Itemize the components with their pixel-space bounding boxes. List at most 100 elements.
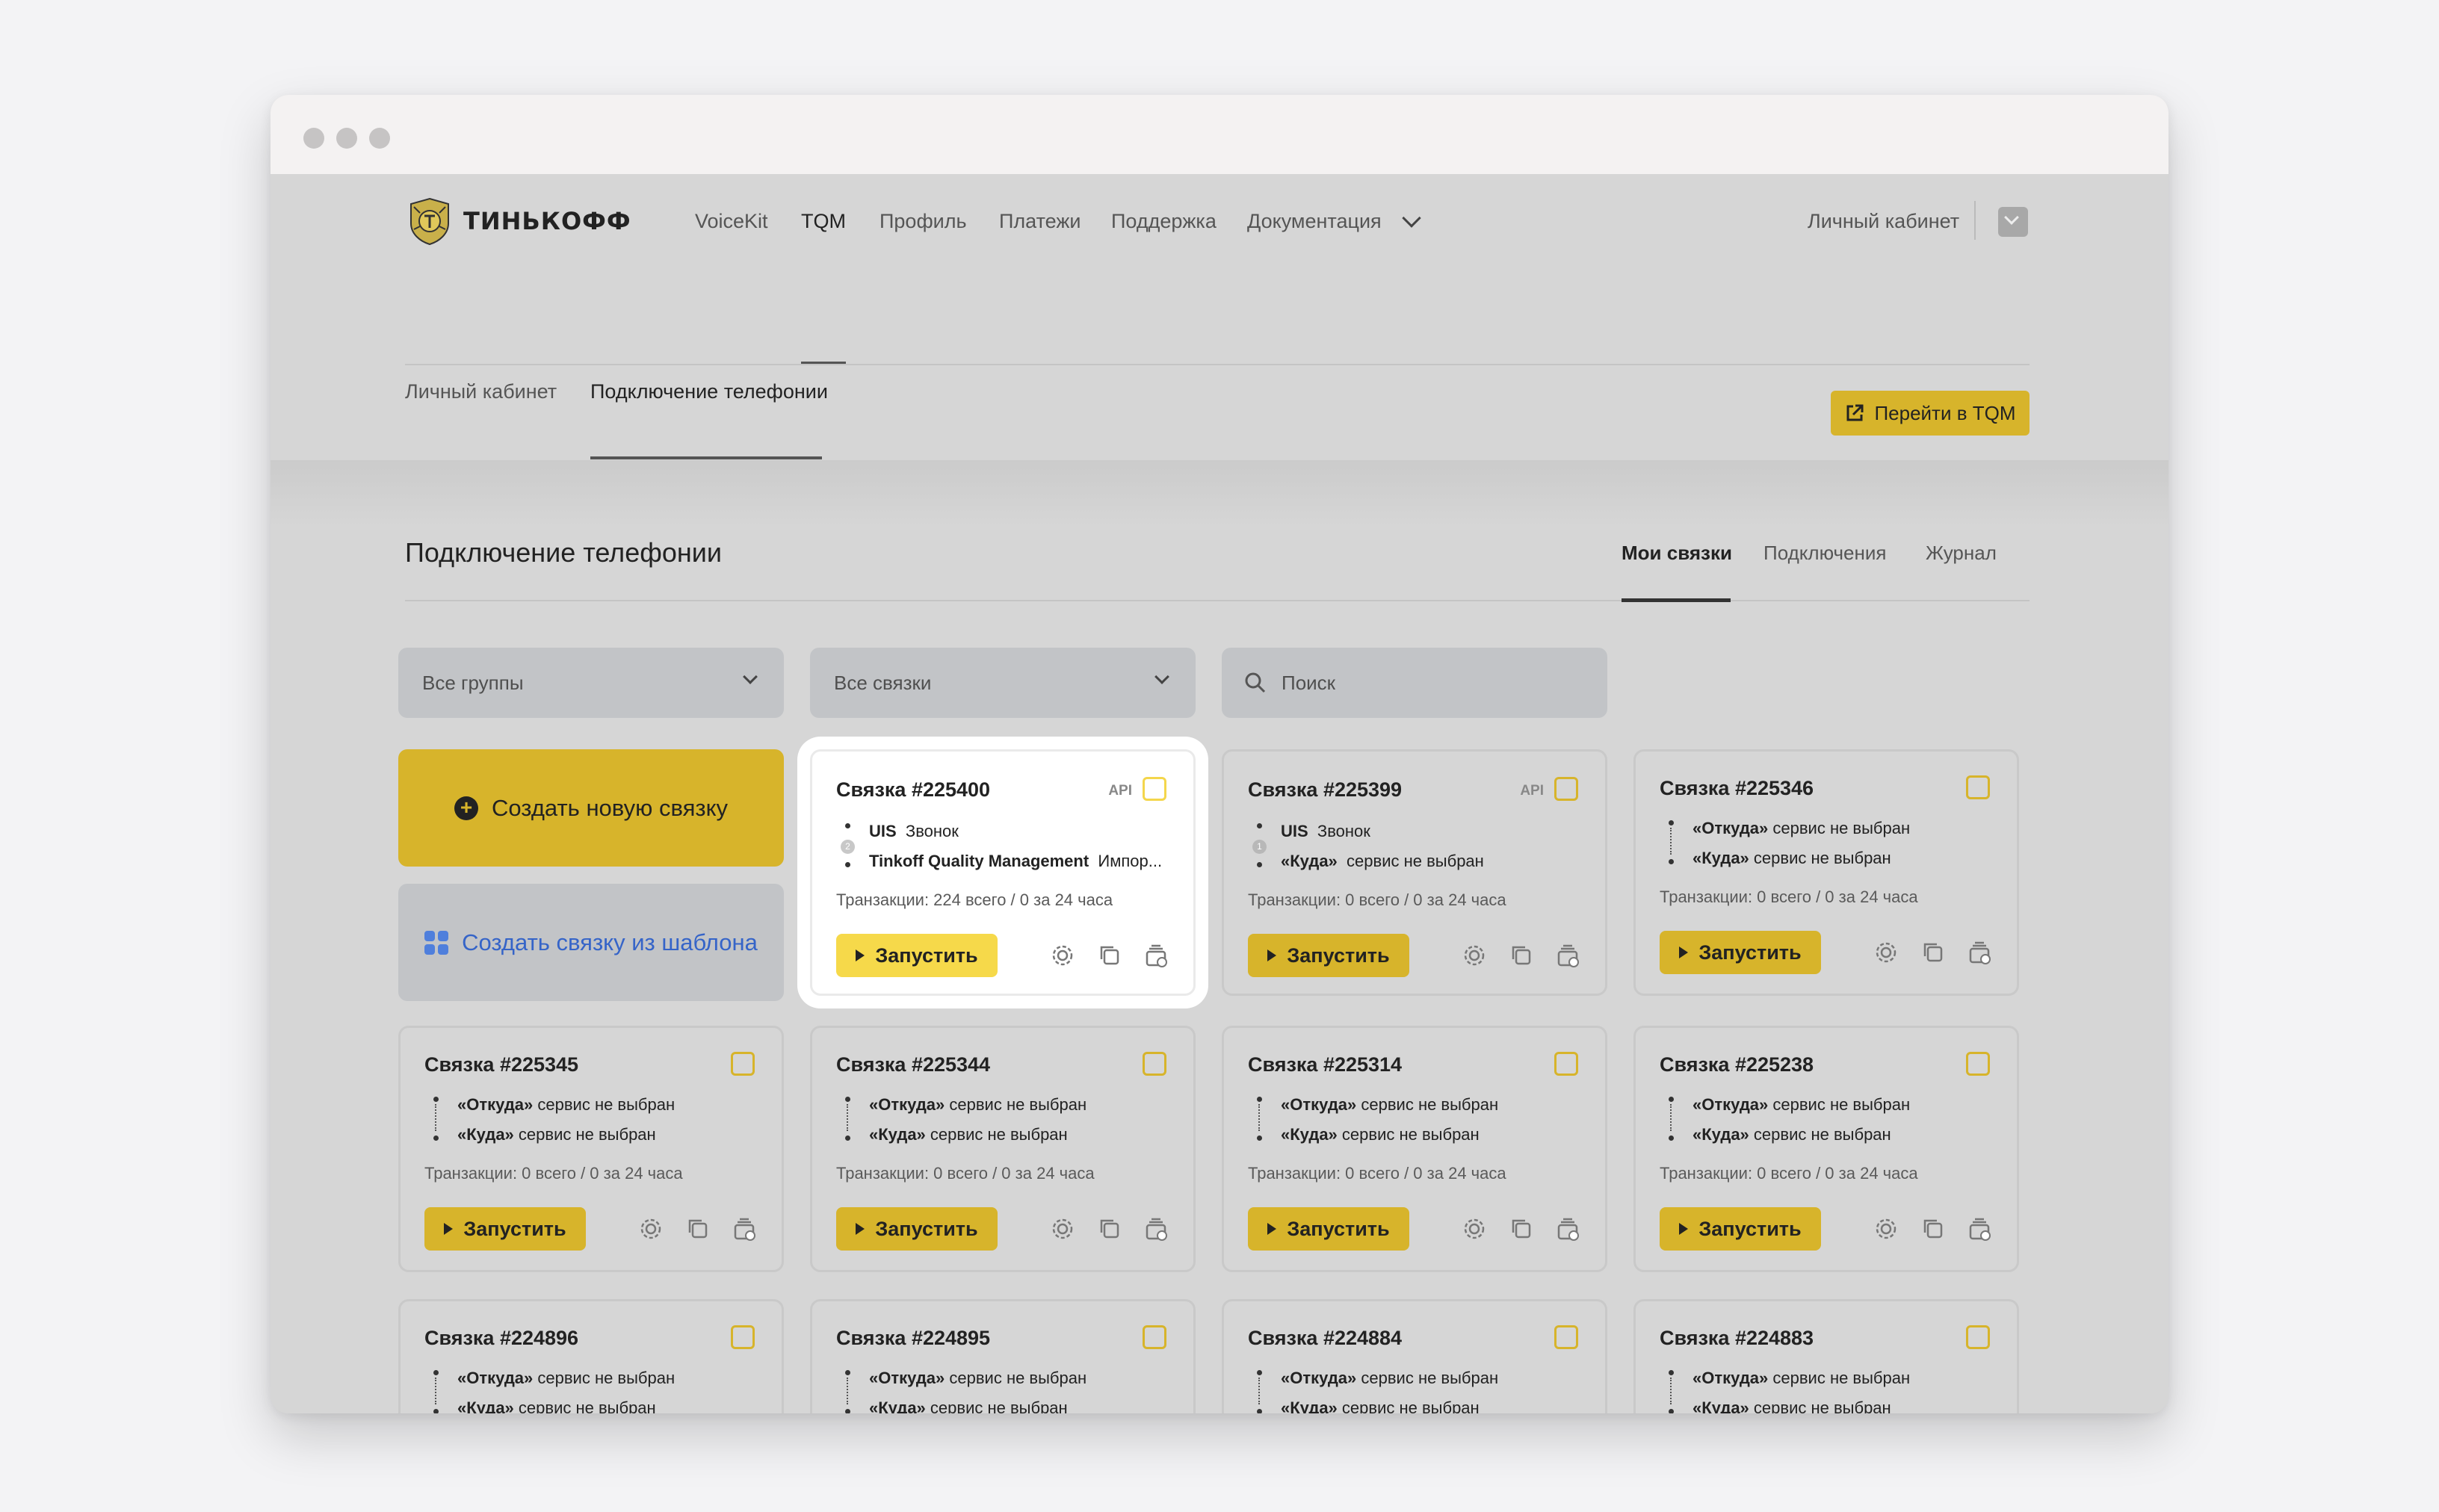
logo[interactable]: ТИНЬКОФФ — [405, 196, 631, 246]
link-card[interactable]: Связка #224896 «Откуда» сервис не выбран «… — [398, 1299, 784, 1413]
run-button[interactable]: Запустить — [836, 934, 998, 977]
gear-icon[interactable] — [1050, 1216, 1075, 1242]
tabs-divider-line — [405, 600, 2030, 601]
create-from-template-button[interactable]: Создать связку из шаблона — [398, 884, 784, 1001]
subnav-active-underline — [590, 456, 822, 459]
play-icon — [1679, 946, 1689, 958]
play-icon — [1267, 949, 1277, 961]
card-checkbox[interactable] — [1554, 1325, 1578, 1349]
link-card[interactable]: Связка #225345 «Откуда» сервис не выбран «… — [398, 1026, 784, 1272]
nav-profile[interactable]: Профиль — [880, 201, 967, 241]
copy-icon[interactable] — [685, 1216, 711, 1242]
link-card[interactable]: Связка #225238 «Откуда» сервис не выбран «… — [1633, 1026, 2019, 1272]
link-card[interactable]: Связка #224883 «Откуда» сервис не выбран «… — [1633, 1299, 2019, 1413]
route-timeline — [845, 1370, 850, 1413]
window-maximize-dot[interactable] — [369, 128, 390, 149]
nav-voicekit[interactable]: VoiceKit — [695, 201, 768, 241]
history-icon[interactable] — [1967, 1216, 1993, 1242]
goto-tqm-button[interactable]: Перейти в TQM — [1831, 391, 2030, 436]
card-checkbox[interactable] — [1143, 777, 1166, 801]
account-menu-button[interactable] — [1998, 207, 2028, 237]
run-button[interactable]: Запустить — [424, 1207, 586, 1251]
nav-documentation[interactable]: Документация — [1247, 201, 1382, 241]
timeline-dot — [1669, 1409, 1674, 1413]
chevron-down-icon[interactable] — [1402, 208, 1421, 228]
gear-icon[interactable] — [1462, 1216, 1487, 1242]
card-checkbox[interactable] — [1143, 1325, 1166, 1349]
link-card[interactable]: Связка #224884 «Откуда» сервис не выбран «… — [1222, 1299, 1607, 1413]
links-select[interactable]: Все связки — [810, 648, 1196, 718]
timeline-dot — [433, 1135, 439, 1141]
route-timeline — [845, 1097, 850, 1141]
search-input[interactable]: Поиск — [1222, 648, 1607, 718]
gear-icon[interactable] — [638, 1216, 664, 1242]
run-label: Запустить — [1698, 941, 1802, 964]
card-checkbox[interactable] — [731, 1325, 755, 1349]
card-checkbox[interactable] — [1554, 777, 1578, 801]
link-card[interactable]: Связка #225400 API 2 UIS Звонок Tinkoff Qual… — [810, 749, 1196, 996]
card-checkbox[interactable] — [1554, 1052, 1578, 1076]
window-close-dot[interactable] — [303, 128, 324, 149]
gear-icon[interactable] — [1050, 943, 1075, 968]
window-minimize-dot[interactable] — [336, 128, 357, 149]
timeline-dot — [1669, 820, 1674, 825]
card-checkbox[interactable] — [1966, 775, 1990, 799]
source-service: UIS Звонок — [869, 822, 959, 840]
card-checkbox[interactable] — [1966, 1325, 1990, 1349]
transactions-count: Транзакции: 0 всего / 0 за 24 часа — [1248, 890, 1506, 909]
link-card[interactable]: Связка #225314 «Откуда» сервис не выбран «… — [1222, 1026, 1607, 1272]
nav-account[interactable]: Личный кабинет — [1808, 201, 1959, 241]
subnav-telephony[interactable]: Подключение телефонии — [590, 371, 828, 412]
card-checkbox[interactable] — [1966, 1052, 1990, 1076]
gear-icon[interactable] — [1873, 1216, 1899, 1242]
copy-icon[interactable] — [1509, 1216, 1534, 1242]
card-checkbox[interactable] — [1143, 1052, 1166, 1076]
copy-icon[interactable] — [1509, 943, 1534, 968]
run-button[interactable]: Запустить — [1248, 934, 1409, 977]
timeline-dot — [433, 1097, 439, 1102]
history-icon[interactable] — [1556, 1216, 1581, 1242]
card-checkbox[interactable] — [731, 1052, 755, 1076]
timeline-dash — [435, 1378, 436, 1404]
history-icon[interactable] — [732, 1216, 758, 1242]
target-service: «Куда» сервис не выбран — [869, 1398, 1068, 1413]
play-icon — [856, 1223, 865, 1235]
copy-icon[interactable] — [1920, 1216, 1946, 1242]
run-button[interactable]: Запустить — [836, 1207, 998, 1251]
page-content: ТИНЬКОФФ VoiceKit TQM Профиль Платежи По… — [271, 174, 2168, 1413]
source-service: «Откуда» сервис не выбран — [1693, 1095, 1911, 1114]
create-new-link-button[interactable]: + Создать новую связку — [398, 749, 784, 867]
groups-select[interactable]: Все группы — [398, 648, 784, 718]
link-card[interactable]: Связка #225344 «Откуда» сервис не выбран «… — [810, 1026, 1196, 1272]
run-button[interactable]: Запустить — [1660, 931, 1821, 974]
subnav-account[interactable]: Личный кабинет — [405, 371, 557, 412]
copy-icon[interactable] — [1097, 943, 1122, 968]
history-icon[interactable] — [1967, 940, 1993, 965]
nav-payments[interactable]: Платежи — [999, 201, 1081, 241]
link-card[interactable]: Связка #225399 API 1 UIS Звонок «Куда» серви… — [1222, 749, 1607, 996]
source-service: «Откуда» сервис не выбран — [869, 1369, 1087, 1387]
run-button[interactable]: Запустить — [1660, 1207, 1821, 1251]
link-card[interactable]: Связка #224895 «Откуда» сервис не выбран «… — [810, 1299, 1196, 1413]
nav-support[interactable]: Поддержка — [1111, 201, 1217, 241]
copy-icon[interactable] — [1097, 1216, 1122, 1242]
history-icon[interactable] — [1144, 1216, 1169, 1242]
history-icon[interactable] — [1556, 943, 1581, 968]
timeline-dot — [1257, 1097, 1262, 1102]
run-button[interactable]: Запустить — [1248, 1207, 1409, 1251]
transactions-count: Транзакции: 224 всего / 0 за 24 часа — [836, 890, 1113, 909]
link-card[interactable]: Связка #225346 «Откуда» сервис не выбран «… — [1633, 749, 2019, 996]
timeline-dash — [1258, 1378, 1260, 1404]
copy-icon[interactable] — [1920, 940, 1946, 965]
target-service: «Куда» сервис не выбран — [1693, 849, 1891, 867]
nav-tqm[interactable]: TQM — [801, 201, 846, 241]
gear-icon[interactable] — [1462, 943, 1487, 968]
tab-my-links[interactable]: Мои связки — [1622, 537, 1732, 568]
gear-icon[interactable] — [1873, 940, 1899, 965]
route-timeline — [1669, 1370, 1674, 1413]
tab-journal[interactable]: Журнал — [1926, 537, 1997, 568]
history-icon[interactable] — [1144, 943, 1169, 968]
target-service: «Куда» сервис не выбран — [1693, 1125, 1891, 1144]
timeline-dot — [1669, 1097, 1674, 1102]
tab-connections[interactable]: Подключения — [1763, 537, 1886, 568]
